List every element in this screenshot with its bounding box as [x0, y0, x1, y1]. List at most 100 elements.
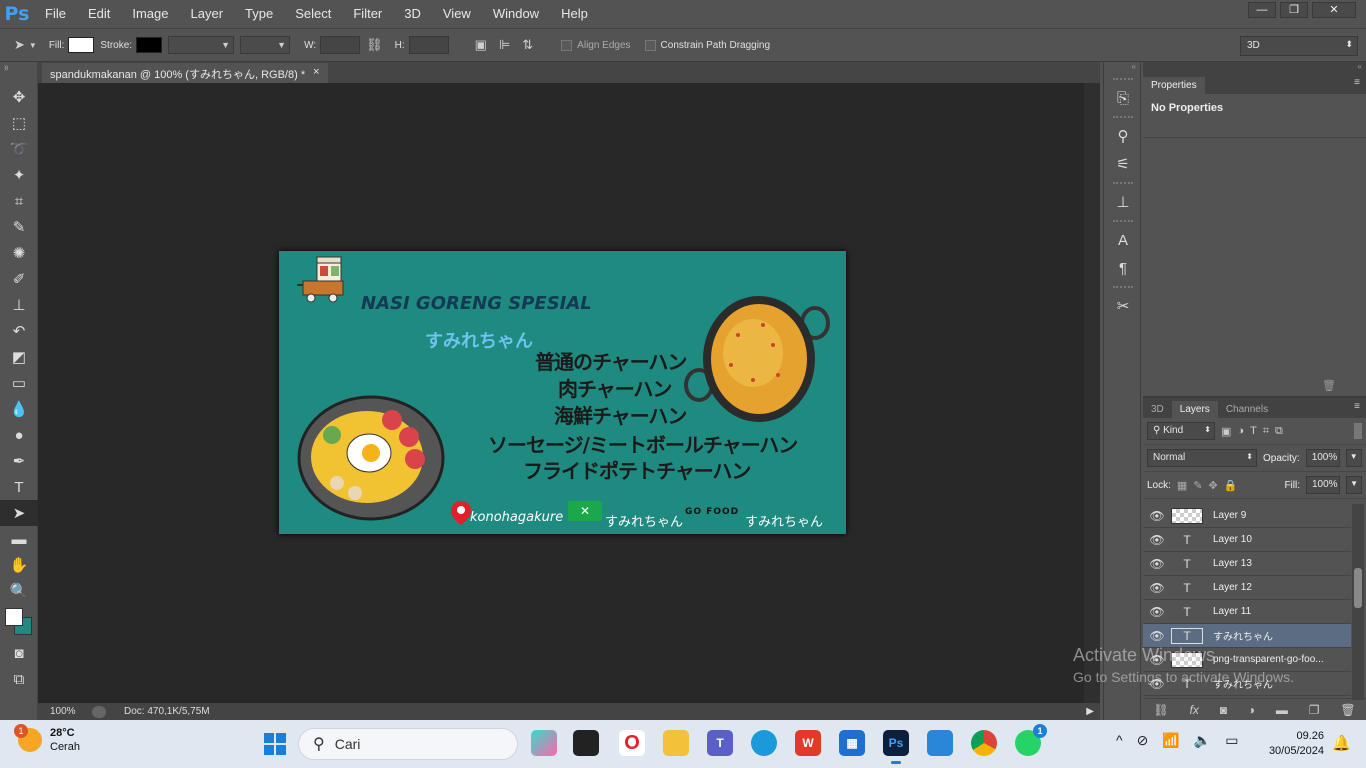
- tab-layers[interactable]: Layers: [1171, 401, 1218, 418]
- blend-mode-dropdown[interactable]: Normal ⬍: [1147, 449, 1257, 467]
- delete-layer-icon[interactable]: 🗑: [1340, 703, 1355, 717]
- eraser-tool-icon[interactable]: ◩: [0, 344, 38, 370]
- height-field[interactable]: [408, 36, 449, 54]
- opacity-dropdown[interactable]: ▼: [1345, 449, 1362, 467]
- lasso-tool-icon[interactable]: ➰: [0, 136, 38, 162]
- minimize-button[interactable]: —: [1248, 2, 1276, 18]
- opera-app-icon[interactable]: O: [619, 730, 645, 756]
- panel-menu-icon[interactable]: ≡: [1354, 77, 1360, 88]
- photoshop-app-icon[interactable]: Ps: [883, 730, 909, 764]
- visibility-eye-icon[interactable]: 👁: [1143, 509, 1171, 523]
- close-button[interactable]: ✕: [1312, 2, 1356, 18]
- visibility-eye-icon[interactable]: 👁: [1143, 533, 1171, 547]
- tab-3d[interactable]: 3D: [1143, 401, 1172, 418]
- path-operations-icon[interactable]: ▣: [475, 37, 487, 53]
- add-mask-icon[interactable]: ◙: [1220, 703, 1227, 717]
- magic-wand-tool-icon[interactable]: ✦: [0, 162, 38, 188]
- layers-menu-icon[interactable]: ≡: [1354, 401, 1360, 412]
- layer-row[interactable]: 👁 T Layer 13: [1143, 552, 1351, 576]
- stroke-swatch[interactable]: [136, 37, 163, 53]
- filter-toggle-icon[interactable]: [1354, 423, 1362, 439]
- menu-select[interactable]: Select: [284, 0, 342, 28]
- visibility-eye-icon[interactable]: 👁: [1143, 557, 1171, 571]
- menu-file[interactable]: File: [34, 0, 77, 28]
- wps-app-icon[interactable]: W: [795, 730, 821, 756]
- foreground-color[interactable]: [5, 608, 23, 626]
- filter-shape-icon[interactable]: ⌗: [1263, 425, 1269, 438]
- layer-row[interactable]: 👁 T Layer 10: [1143, 528, 1351, 552]
- crop-tool-icon[interactable]: ⌗: [0, 188, 38, 214]
- clock[interactable]: 09.26 30/05/2024: [1258, 729, 1324, 759]
- stroke-type-dropdown[interactable]: ▼: [240, 36, 291, 54]
- layer-row[interactable]: 👁 Layer 9: [1143, 504, 1351, 528]
- properties-collapse-icon[interactable]: «: [1143, 62, 1366, 74]
- visibility-eye-icon[interactable]: 👁: [1143, 581, 1171, 595]
- file-explorer-icon[interactable]: [663, 730, 689, 756]
- stroke-width-dropdown[interactable]: ▼: [168, 36, 235, 54]
- width-field[interactable]: [320, 36, 361, 54]
- healing-brush-tool-icon[interactable]: ✺: [0, 240, 38, 266]
- visibility-eye-icon[interactable]: 👁: [1143, 629, 1171, 643]
- collapse-icon[interactable]: »: [4, 64, 8, 73]
- weather-widget[interactable]: 1 28°C Cerah: [14, 724, 80, 754]
- filter-type-icon[interactable]: T: [1250, 425, 1257, 437]
- status-info-icon[interactable]: [92, 705, 106, 718]
- zoom-level[interactable]: 100%: [38, 706, 92, 717]
- tray-overflow-chevron-icon[interactable]: ^: [1116, 732, 1123, 749]
- copilot-app-icon[interactable]: [531, 730, 557, 756]
- tab-close-icon[interactable]: ×: [313, 66, 319, 80]
- new-layer-icon[interactable]: ❐: [1309, 703, 1320, 717]
- store-app-icon[interactable]: ▦: [839, 730, 865, 756]
- lock-image-icon[interactable]: ✎: [1193, 479, 1202, 492]
- fill-swatch[interactable]: [68, 37, 95, 53]
- opacity-field[interactable]: 100%: [1305, 449, 1340, 467]
- tool-presets-icon[interactable]: ✂: [1104, 292, 1142, 320]
- clone-source-icon[interactable]: ⊥: [1104, 188, 1142, 216]
- chrome-app-icon[interactable]: [971, 730, 997, 756]
- menu-window[interactable]: Window: [482, 0, 550, 28]
- battery-icon[interactable]: ▭: [1225, 732, 1238, 749]
- lock-transparent-icon[interactable]: ▦: [1177, 479, 1187, 492]
- lock-all-icon[interactable]: 🔒: [1224, 479, 1238, 492]
- path-alignment-icon[interactable]: ⊫: [499, 37, 510, 53]
- canvas-scrollbar[interactable]: [1084, 83, 1100, 703]
- photos-app-icon[interactable]: [927, 730, 953, 756]
- hand-tool-icon[interactable]: ✋: [0, 552, 38, 578]
- trash-icon[interactable]: 🗑: [1322, 379, 1336, 392]
- layer-row[interactable]: 👁 T Layer 11: [1143, 600, 1351, 624]
- menu-filter[interactable]: Filter: [342, 0, 393, 28]
- taskbar-search[interactable]: ⚲ Cari: [298, 728, 518, 760]
- fill-dropdown[interactable]: ▼: [1346, 476, 1362, 494]
- direct-selection-tool-icon[interactable]: ➤: [0, 500, 38, 526]
- filter-pixel-icon[interactable]: ▣: [1221, 425, 1231, 438]
- fill-field[interactable]: 100%: [1306, 476, 1340, 494]
- history-panel-icon[interactable]: ⎘: [1104, 84, 1142, 112]
- adjustment-layer-icon[interactable]: ◑: [1248, 703, 1255, 717]
- tab-channels[interactable]: Channels: [1218, 401, 1276, 418]
- blur-tool-icon[interactable]: 💧: [0, 396, 38, 422]
- scrollbar-thumb[interactable]: [1354, 568, 1362, 608]
- gradient-tool-icon[interactable]: ▭: [0, 370, 38, 396]
- filter-smart-object-icon[interactable]: ⧉: [1275, 425, 1283, 438]
- clone-stamp-tool-icon[interactable]: ⊥: [0, 292, 38, 318]
- volume-icon[interactable]: 🔈: [1194, 732, 1211, 749]
- constrain-path-checkbox[interactable]: [644, 39, 656, 51]
- panel-collapse-icon[interactable]: «: [1104, 62, 1140, 74]
- character-panel-icon[interactable]: A: [1104, 226, 1142, 254]
- document-tab[interactable]: spandukmakanan @ 100% (すみれちゃん, RGB/8) * …: [42, 63, 328, 83]
- filter-adjustment-icon[interactable]: ◑: [1237, 425, 1244, 437]
- layer-kind-filter[interactable]: ⚲ Kind ⬍: [1147, 422, 1215, 440]
- status-menu-arrow-icon[interactable]: ▶: [1086, 706, 1094, 717]
- brush-presets-icon[interactable]: ⚲: [1104, 122, 1142, 150]
- pen-tool-icon[interactable]: ✒: [0, 448, 38, 474]
- new-group-icon[interactable]: ▬: [1276, 703, 1288, 717]
- menu-help[interactable]: Help: [550, 0, 599, 28]
- layer-style-icon[interactable]: fx: [1190, 703, 1199, 717]
- menu-type[interactable]: Type: [234, 0, 284, 28]
- layer-row[interactable]: 👁 T Layer 12: [1143, 576, 1351, 600]
- notification-bell-icon[interactable]: 🔔: [1332, 734, 1351, 752]
- workspace-dropdown[interactable]: 3D ⬍: [1240, 36, 1358, 56]
- visibility-eye-icon[interactable]: 👁: [1143, 605, 1171, 619]
- menu-layer[interactable]: Layer: [180, 0, 235, 28]
- zoom-tool-icon[interactable]: 🔍: [0, 578, 38, 604]
